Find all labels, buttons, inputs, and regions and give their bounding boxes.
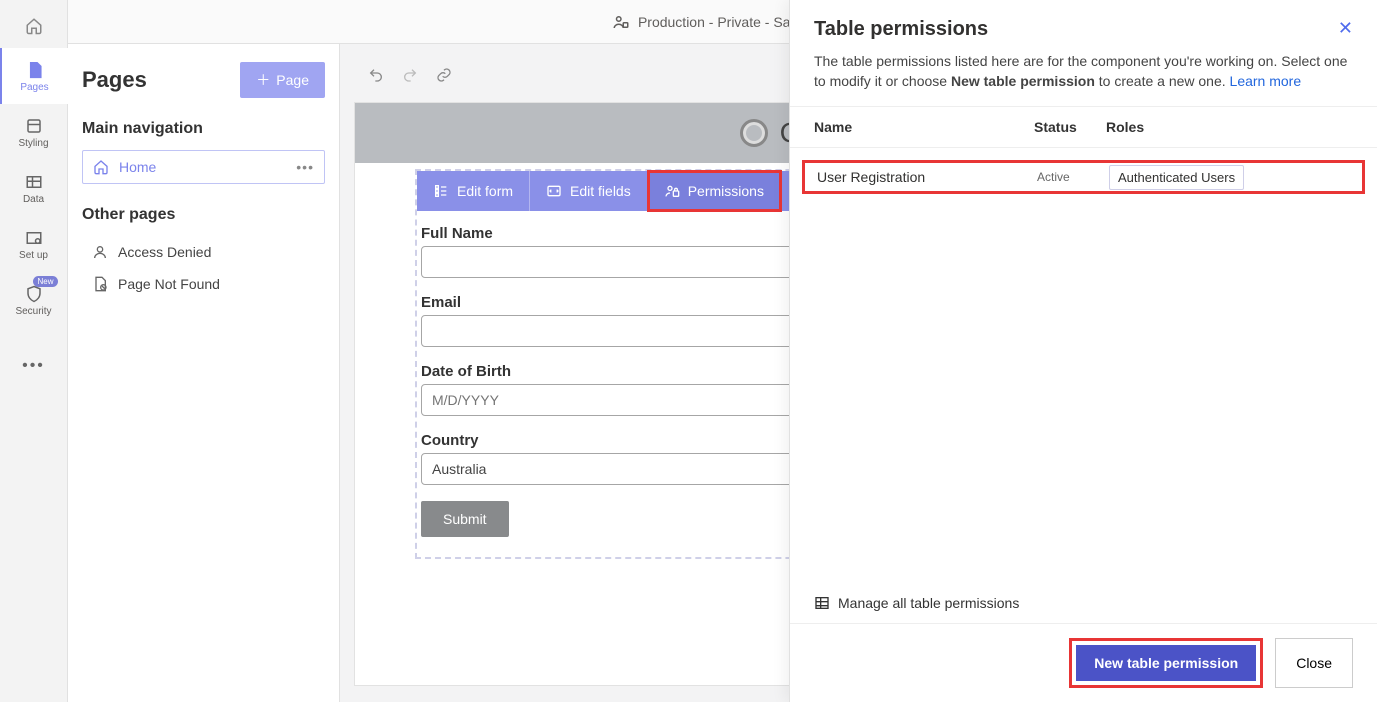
- person-icon: [92, 244, 108, 260]
- permissions-button[interactable]: Permissions: [648, 171, 781, 211]
- other-pages-title: Other pages: [82, 206, 325, 224]
- plus-icon: ＋: [256, 70, 270, 90]
- new-table-permission-button[interactable]: New table permission: [1076, 645, 1256, 681]
- rail-setup[interactable]: Set up: [0, 216, 68, 272]
- link-button[interactable]: [436, 67, 452, 86]
- left-rail: Pages Styling Data Set up New Security •…: [0, 0, 68, 702]
- house-icon: [25, 17, 43, 35]
- shield-icon: [25, 285, 43, 303]
- rail-data[interactable]: Data: [0, 160, 68, 216]
- rail-pages[interactable]: Pages: [0, 48, 68, 104]
- col-roles: Roles: [1106, 119, 1353, 135]
- permission-row[interactable]: User Registration Active Authenticated U…: [802, 160, 1365, 194]
- rail-more[interactable]: •••: [0, 338, 68, 394]
- table-permissions-panel: Table permissions ✕ The table permission…: [789, 0, 1377, 702]
- setup-icon: [25, 229, 43, 247]
- house-icon: [93, 159, 109, 175]
- new-page-button[interactable]: ＋ Page: [240, 62, 325, 98]
- page-error-icon: [92, 276, 108, 292]
- edit-form-button[interactable]: Edit form: [417, 171, 530, 211]
- permissions-icon: [664, 183, 680, 199]
- people-lock-icon: [612, 13, 630, 31]
- page-item-access-denied[interactable]: Access Denied: [82, 236, 325, 268]
- more-icon: •••: [24, 356, 44, 376]
- rail-styling[interactable]: Styling: [0, 104, 68, 160]
- undo-button[interactable]: [368, 67, 384, 86]
- close-button[interactable]: Close: [1275, 638, 1353, 688]
- redo-button[interactable]: [402, 67, 418, 86]
- panel-actions: New table permission Close: [790, 623, 1377, 702]
- close-icon[interactable]: ✕: [1338, 18, 1353, 39]
- new-badge: New: [33, 276, 57, 287]
- role-chip: Authenticated Users: [1109, 165, 1244, 190]
- col-name: Name: [814, 119, 1034, 135]
- styling-icon: [25, 117, 43, 135]
- fields-icon: [546, 183, 562, 199]
- manage-all-link[interactable]: Manage all table permissions: [790, 595, 1377, 623]
- company-logo: [740, 119, 768, 147]
- link-icon: [436, 67, 452, 83]
- form-icon: [433, 183, 449, 199]
- table-icon: [814, 595, 830, 611]
- pages-title: Pages: [82, 67, 147, 93]
- page-item-not-found[interactable]: Page Not Found: [82, 268, 325, 300]
- permissions-table-header: Name Status Roles: [790, 106, 1377, 148]
- rail-security[interactable]: New Security: [0, 272, 68, 328]
- undo-icon: [368, 67, 384, 83]
- page-icon: [26, 61, 44, 79]
- pages-panel: Pages ＋ Page Main navigation Home ••• Ot…: [68, 44, 340, 702]
- data-icon: [25, 173, 43, 191]
- panel-description: The table permissions listed here are fo…: [790, 47, 1377, 106]
- col-status: Status: [1034, 119, 1106, 135]
- page-item-home[interactable]: Home •••: [82, 150, 325, 184]
- main-nav-title: Main navigation: [82, 120, 325, 138]
- submit-button[interactable]: Submit: [421, 501, 509, 537]
- redo-icon: [402, 67, 418, 83]
- edit-fields-button[interactable]: Edit fields: [530, 171, 648, 211]
- page-item-more[interactable]: •••: [296, 159, 314, 175]
- panel-title: Table permissions: [814, 18, 988, 41]
- learn-more-link[interactable]: Learn more: [1230, 73, 1302, 89]
- home-button[interactable]: [0, 8, 68, 44]
